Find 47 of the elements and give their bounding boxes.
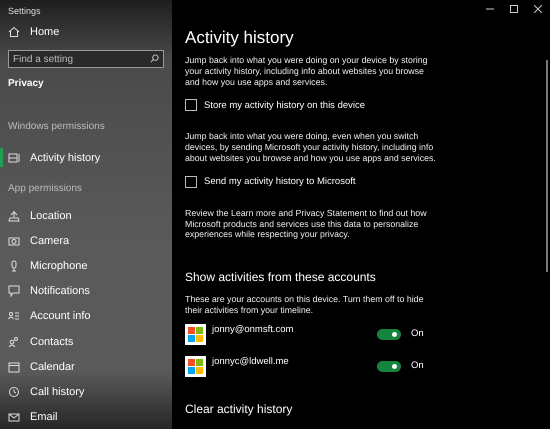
checkbox[interactable] [185,99,197,112]
description-text: Jump back into what you were doing on your device by storing your activity history, including info about websites you browse and how you use apps and services. [185,55,429,88]
toggle-switch[interactable] [377,360,401,372]
account-email: jonny@onmsft.com [212,324,294,335]
envelope-icon [8,410,20,423]
close-icon [534,5,542,13]
search-icon [150,54,159,64]
activity-icon [8,152,20,164]
account-info-icon [8,310,20,322]
home-icon [8,26,20,38]
search-field[interactable]: Find a setting [8,50,164,68]
description-text: These are your accounts on this device. Turn them off to hide their activities from your timeline. [185,294,424,316]
category-heading: Privacy [7,77,45,92]
section-heading: App permissions [7,182,83,196]
section-heading: Show activities from these accounts [185,270,377,284]
contacts-icon [8,336,20,348]
description-text: Review the Learn more and Privacy Statement to find out how Microsoft products and services use this data to personalize experiences while respecting your privacy. [185,208,428,240]
clock-icon [8,386,20,398]
account-email: jonnyc@ldwell.me [212,356,290,367]
sidebar-item[interactable]: Contacts [0,329,172,354]
calendar-icon [8,360,20,373]
sidebar-item[interactable]: Microphone [0,254,172,279]
checkbox[interactable] [185,176,197,188]
toggle-state: On [411,328,424,339]
sidebar-item[interactable]: Camera [0,228,172,254]
sidebar-item[interactable]: Activity history [0,142,172,174]
window-title: Settings [7,5,42,18]
toggle-switch[interactable] [377,328,401,340]
page-title: Activity history [185,28,295,48]
notifications-icon [8,285,20,298]
sidebar-item[interactable]: Call history [0,379,172,404]
maximize-icon [510,5,518,13]
sidebar-item[interactable]: Email [0,404,172,429]
toggle-state: On [411,360,424,371]
sidebar-item[interactable]: Account info [0,304,172,329]
description-text: Jump back into what you were doing, even when you switch devices, by sending Microsoft your activity history, including info about websites you browse and how you use apps and services. [185,131,437,164]
sidebar-item[interactable]: Location [0,204,172,229]
sidebar-item[interactable]: Notifications [0,278,172,304]
checkbox-label[interactable]: Store my activity history on this device [204,100,366,111]
camera-icon [8,235,20,248]
location-icon [8,210,20,222]
section-heading: Windows permissions [7,120,106,134]
checkbox-label[interactable]: Send my activity history to Microsoft [204,176,356,188]
home-item[interactable]: Home [0,19,172,44]
sidebar-item[interactable]: Calendar [0,354,172,380]
scrollbar[interactable] [546,60,548,272]
section-heading: Clear activity history [185,402,294,416]
